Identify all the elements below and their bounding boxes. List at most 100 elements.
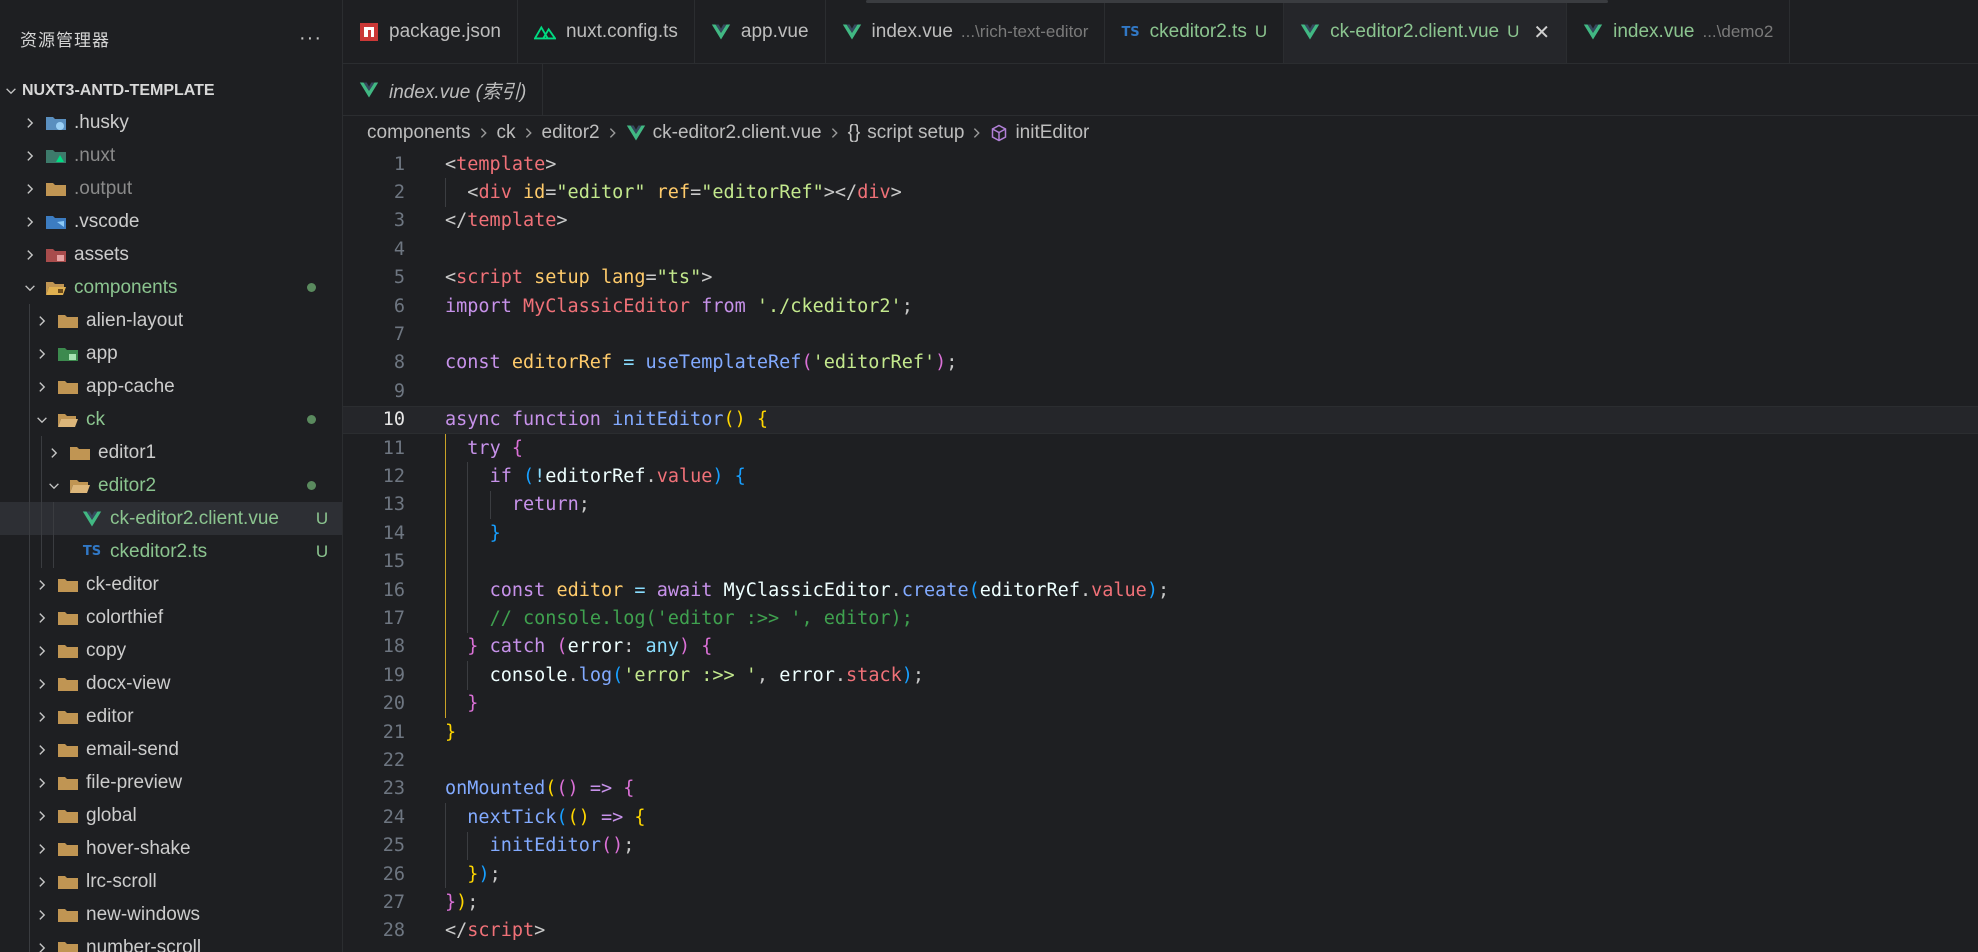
tree-folder-item[interactable]: editor [0, 700, 342, 733]
code-editor[interactable]: 1 <template> 2 <div id="editor" ref="editor… [343, 150, 1978, 952]
indent-guide [29, 502, 30, 535]
code-line[interactable]: 15 [343, 548, 1978, 576]
code-line[interactable]: 24 nextTick(() => { [343, 803, 1978, 831]
code-line[interactable]: 7 [343, 320, 1978, 348]
code-token: ) [478, 863, 490, 885]
folder-icon [56, 707, 80, 727]
code-line[interactable]: 22 [343, 746, 1978, 774]
vue-file-icon [626, 124, 646, 142]
indent-guide [29, 931, 30, 952]
tree-folder-item[interactable]: app [0, 337, 342, 370]
code-line[interactable]: 10 async function initEditor() { [343, 405, 1978, 434]
code-line[interactable]: 18} catch (error: any) { [343, 633, 1978, 661]
code-line[interactable]: 1 <template> [343, 150, 1978, 178]
code-line[interactable]: 25 initEditor(); [343, 832, 1978, 860]
tree-folder-item[interactable]: .output [0, 172, 342, 205]
tree-folder-item[interactable]: new-windows [0, 898, 342, 931]
editor-tab[interactable]: TS ckeditor2.ts U [1105, 0, 1285, 63]
code-line[interactable]: 11 try { [343, 434, 1978, 462]
code-token: } [467, 693, 479, 715]
tree-file-item[interactable]: ck-editor2.client.vue U [0, 502, 342, 535]
code-line[interactable]: 21} [343, 718, 1978, 746]
code-token: . [834, 664, 847, 686]
tree-folder-item[interactable]: .vscode [0, 205, 342, 238]
code-line[interactable]: 16 const editor = await MyClassicEditor.c… [343, 576, 1978, 604]
code-token: div [857, 182, 891, 204]
tree-folder-item[interactable]: hover-shake [0, 832, 342, 865]
code-line[interactable]: 17 // console.log('editor :>> ', editor); [343, 604, 1978, 632]
close-icon[interactable]: ✕ [1533, 20, 1550, 45]
code-token: , [756, 664, 780, 686]
tree-folder-item[interactable]: number-scroll [0, 931, 342, 952]
breadcrumb-item[interactable]: initEditor [990, 122, 1089, 144]
editor-tab-bar: package.json nuxt.config.ts app.vue index.v… [343, 0, 1978, 64]
tree-folder-item[interactable]: .nuxt [0, 139, 342, 172]
breadcrumb-item[interactable]: ck-editor2.client.vue [626, 122, 822, 144]
more-actions-icon[interactable]: ··· [299, 27, 322, 50]
code-line[interactable]: 14} [343, 519, 1978, 547]
code-line[interactable]: 6 import MyClassicEditor from './ckeditor… [343, 292, 1978, 320]
breadcrumb-item[interactable]: components [367, 122, 471, 144]
code-token: { [734, 466, 746, 488]
code-line[interactable]: 9 [343, 377, 1978, 405]
code-token: 'error :>> ' [623, 664, 757, 686]
tree-folder-item[interactable]: ck-editor [0, 568, 342, 601]
tab-label: index.vue [871, 21, 953, 42]
tree-folder-item[interactable]: lrc-scroll [0, 865, 342, 898]
code-line[interactable]: 8 const editorRef = useTemplateRef('edito… [343, 349, 1978, 377]
code-line[interactable]: 20} [343, 690, 1978, 718]
tree-folder-item[interactable]: ck [0, 403, 342, 436]
code-token: ) [712, 466, 724, 488]
code-line[interactable]: 26}); [343, 860, 1978, 888]
tree-folder-item[interactable]: assets [0, 238, 342, 271]
line-number: 4 [393, 238, 405, 260]
tree-folder-item[interactable]: copy [0, 634, 342, 667]
editor-tab[interactable]: index.vue ...\rich-text-editor [826, 0, 1106, 63]
code-line[interactable]: 27}); [343, 888, 1978, 916]
line-number: 5 [393, 267, 405, 289]
code-line[interactable]: 19 console.log('error :>> ', error.stack)… [343, 661, 1978, 689]
breadcrumb-item[interactable]: ck [497, 122, 516, 144]
code-line[interactable]: 2 <div id="editor" ref="editorRef"></div> [343, 178, 1978, 206]
tree-folder-item[interactable]: colorthief [0, 601, 342, 634]
tree-folder-item[interactable]: components [0, 271, 342, 304]
code-line[interactable]: 4 [343, 235, 1978, 263]
editor-tab[interactable]: nuxt.config.ts [518, 0, 695, 63]
tree-folder-item[interactable]: editor1 [0, 436, 342, 469]
tree-folder-item[interactable]: file-preview [0, 766, 342, 799]
code-line[interactable]: 12 if (!editorRef.value) { [343, 462, 1978, 490]
code-token: < [445, 267, 457, 289]
code-token: { [511, 437, 523, 459]
code-token: initEditor [612, 409, 724, 431]
tree-folder-item[interactable]: global [0, 799, 342, 832]
tree-folder-item[interactable]: alien-layout [0, 304, 342, 337]
tree-folder-item[interactable]: docx-view [0, 667, 342, 700]
chevron-right-icon [829, 126, 841, 140]
folder-icon [56, 872, 80, 892]
folder-icon [56, 905, 80, 925]
tree-folder-item[interactable]: app-cache [0, 370, 342, 403]
tree-folder-item[interactable]: email-send [0, 733, 342, 766]
code-line[interactable]: 3 </template> [343, 207, 1978, 235]
chevron-right-icon [32, 641, 52, 661]
code-token: 'editorRef' [812, 352, 936, 374]
code-line[interactable]: 23 onMounted(() => { [343, 775, 1978, 803]
editor-tab[interactable]: index.vue ...\demo2 [1567, 0, 1791, 63]
tree-file-item[interactable]: TS ckeditor2.ts U [0, 535, 342, 568]
project-root[interactable]: NUXT3-ANTD-TEMPLATE [0, 76, 342, 106]
code-line[interactable]: 28 </script> [343, 917, 1978, 945]
editor-tab-active[interactable]: ck-editor2.client.vue U ✕ [1284, 0, 1568, 63]
code-line[interactable]: 13 return; [343, 491, 1978, 519]
tree-folder-item[interactable]: .husky [0, 106, 342, 139]
editor-tab[interactable]: app.vue [695, 0, 826, 63]
code-line[interactable]: 5 <script setup lang="ts"> [343, 264, 1978, 292]
breadcrumb-item[interactable]: {} script setup [848, 122, 965, 144]
indent-guide [41, 469, 42, 502]
editor-tab[interactable]: package.json [343, 0, 518, 63]
chevron-right-icon [971, 126, 983, 140]
tree-folder-item[interactable]: editor2 [0, 469, 342, 502]
line-number: 17 [382, 608, 405, 630]
editor-tab[interactable]: index.vue (索引) [343, 64, 544, 116]
breadcrumb-item[interactable]: editor2 [542, 122, 600, 144]
